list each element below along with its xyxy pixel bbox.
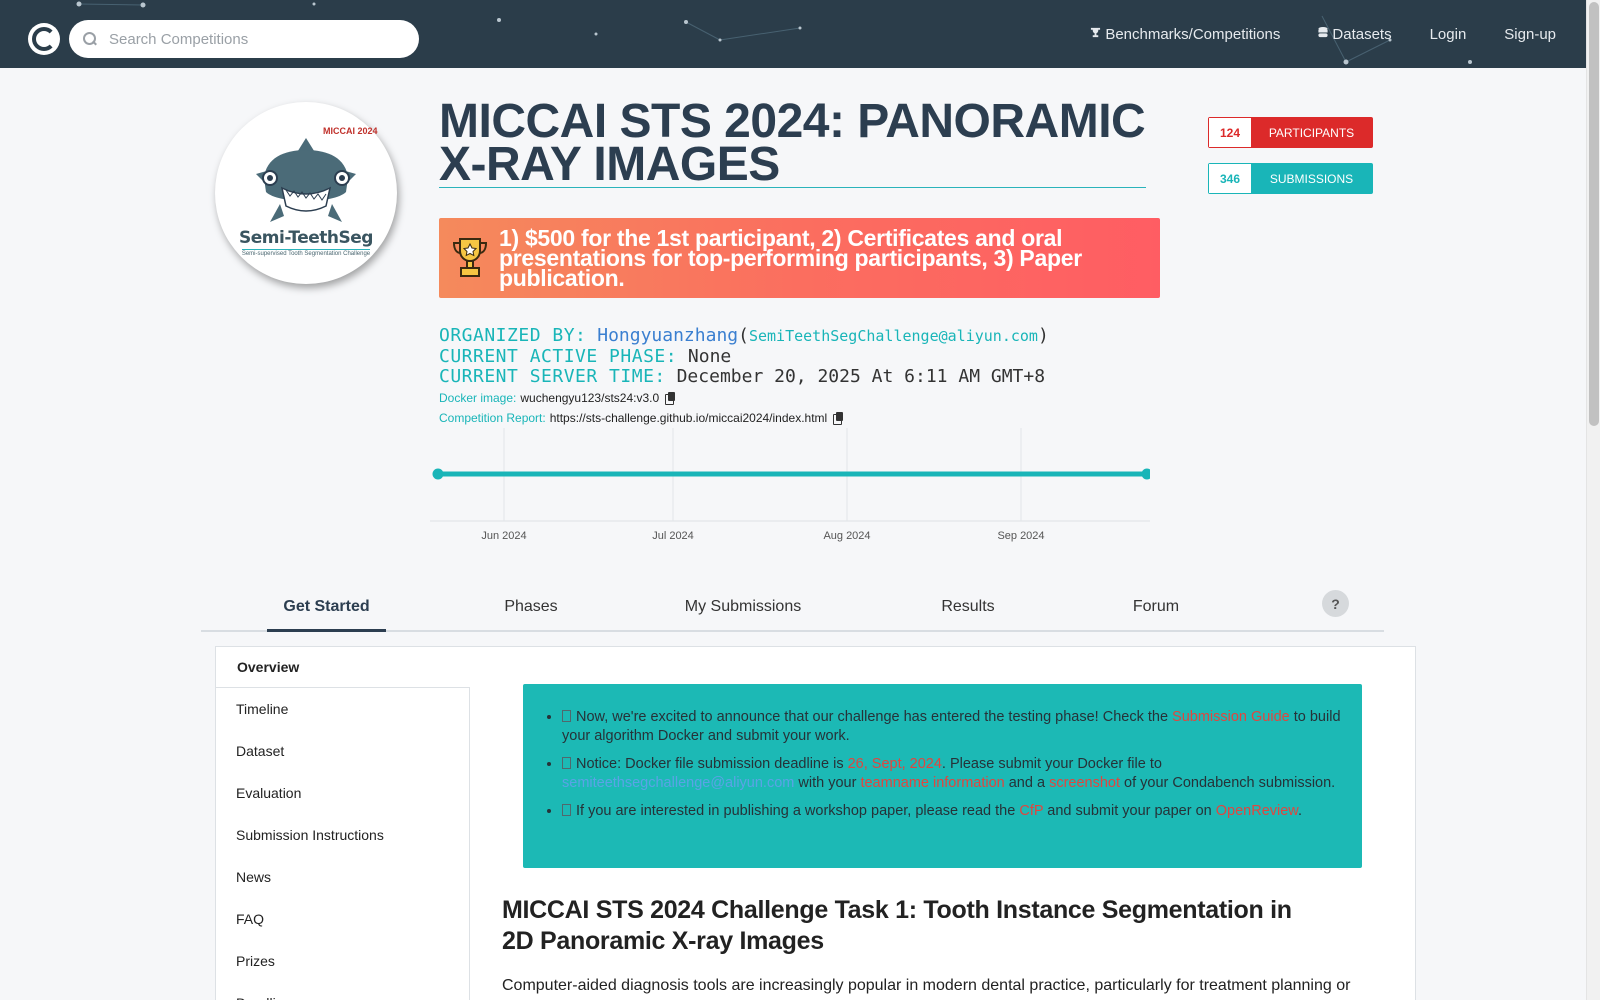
timeline-end-point[interactable]: [1141, 468, 1151, 480]
title-divider: [439, 187, 1146, 188]
nav-benchmarks-link[interactable]: Benchmarks/Competitions: [1090, 26, 1280, 43]
search-box[interactable]: [69, 20, 419, 58]
sidebar-item-submission-instructions[interactable]: Submission Instructions: [215, 814, 470, 856]
organizer-link[interactable]: Hongyuanzhang: [597, 325, 738, 346]
tab-bar: Get Started Phases My Submissions Result…: [201, 590, 1384, 632]
announcement-box: Now, we're excited to announce that our …: [523, 684, 1362, 868]
site-logo[interactable]: [28, 23, 60, 55]
timeline-tick-label: Sep 2024: [997, 530, 1044, 542]
cfp-link[interactable]: CfP: [1019, 803, 1043, 819]
announcement-item: If you are interested in publishing a wo…: [562, 802, 1342, 821]
participants-count: 124: [1209, 118, 1251, 147]
emoji-icon: [562, 710, 571, 722]
docker-row: Docker image: wuchengyu123/sts24:v3.0: [439, 391, 676, 405]
tab-get-started[interactable]: Get Started: [267, 598, 386, 616]
database-icon: [1318, 27, 1328, 41]
trophy-icon: [1090, 27, 1101, 41]
tab-forum[interactable]: Forum: [1101, 598, 1211, 616]
trophy-icon: [452, 238, 488, 277]
prize-text: 1) $500 for the 1st participant, 2) Cert…: [499, 225, 1082, 291]
timeline-chart: Jun 2024 Jul 2024 Aug 2024 Sep 2024: [430, 428, 1151, 542]
organizer-row: ORGANIZED BY: Hongyuanzhang(SemiTeethSeg…: [439, 325, 1049, 346]
nav-login-link[interactable]: Login: [1430, 26, 1467, 43]
top-navbar: Benchmarks/Competitions Datasets Login S…: [0, 0, 1586, 68]
active-tab-underline: [267, 629, 386, 632]
report-value: https://sts-challenge.github.io/miccai20…: [549, 411, 828, 425]
search-input[interactable]: [109, 30, 399, 48]
sidebar-item-evaluation[interactable]: Evaluation: [215, 772, 470, 814]
emoji-icon: [562, 757, 571, 769]
timeline-start-point[interactable]: [432, 468, 444, 480]
submissions-label: SUBMISSIONS: [1251, 164, 1372, 193]
screenshot-link[interactable]: screenshot: [1049, 775, 1120, 791]
emoji-icon: [562, 804, 571, 816]
scrollbar-thumb[interactable]: [1589, 2, 1599, 426]
sidebar-item-overview[interactable]: Overview: [215, 646, 470, 688]
tab-my-submissions[interactable]: My Submissions: [668, 598, 818, 616]
docker-value: wuchengyu123/sts24:v3.0: [520, 391, 660, 405]
deadline-date: 26, Sept, 2024: [847, 756, 942, 772]
sidebar-item-prizes[interactable]: Prizes: [215, 940, 470, 982]
submission-guide-link[interactable]: Submission Guide: [1172, 709, 1290, 725]
page-scrollbar[interactable]: [1586, 0, 1600, 1000]
announcement-item: Notice: Docker file submission deadline …: [562, 755, 1342, 793]
copy-icon[interactable]: [833, 412, 844, 425]
shark-mascot-icon: [256, 137, 356, 222]
competition-logo: MICCAI 2024 Semi-TeethSeg Semi-supervise…: [215, 102, 397, 284]
phase-row: CURRENT ACTIVE PHASE: None: [439, 346, 731, 367]
participants-label: PARTICIPANTS: [1251, 118, 1372, 147]
content-panel: Overview Timeline Dataset Evaluation Sub…: [215, 646, 1416, 1000]
sidebar-item-deadlines[interactable]: Deadlines: [215, 982, 470, 1000]
organizer-email-link[interactable]: SemiTeethSegChallenge@aliyun.com: [749, 327, 1038, 345]
submissions-badge[interactable]: 346 SUBMISSIONS: [1208, 163, 1373, 194]
phase-label: CURRENT ACTIVE PHASE:: [439, 346, 678, 367]
report-label: Competition Report:: [439, 411, 546, 425]
challenge-email-link[interactable]: semiteethsegchallenge@aliyun.com: [562, 775, 794, 791]
announcement-item: Now, we're excited to announce that our …: [562, 708, 1342, 746]
search-icon: [83, 32, 97, 46]
copy-icon[interactable]: [665, 392, 676, 405]
overview-sidebar: Overview Timeline Dataset Evaluation Sub…: [215, 646, 470, 1000]
sidebar-item-timeline[interactable]: Timeline: [215, 688, 470, 730]
nav-datasets-link[interactable]: Datasets: [1318, 26, 1392, 43]
prize-banner: 1) $500 for the 1st participant, 2) Cert…: [439, 218, 1160, 298]
nav-links: Benchmarks/Competitions Datasets Login S…: [1052, 0, 1556, 68]
participants-badge[interactable]: 124 PARTICIPANTS: [1208, 117, 1373, 148]
timeline-tick-label: Jun 2024: [481, 530, 526, 542]
help-button[interactable]: ?: [1322, 590, 1349, 617]
logo-subtitle: Semi-supervised Tooth Segmentation Chall…: [241, 248, 371, 257]
organized-by-label: ORGANIZED BY:: [439, 325, 587, 346]
tab-phases[interactable]: Phases: [471, 598, 591, 616]
teamname-information-link[interactable]: teamname information: [860, 775, 1004, 791]
server-time-value: December 20, 2025 At 6:11 AM GMT+8: [676, 366, 1046, 387]
tab-results[interactable]: Results: [913, 598, 1023, 616]
docker-label: Docker image:: [439, 391, 517, 405]
sidebar-item-dataset[interactable]: Dataset: [215, 730, 470, 772]
server-time-row: CURRENT SERVER TIME: December 20, 2025 A…: [439, 366, 1045, 387]
section-title: MICCAI STS 2024 Challenge Task 1: Tooth …: [502, 896, 1292, 955]
logo-brand-text: Semi-TeethSeg: [239, 227, 373, 248]
page-title: MICCAI STS 2024: PANORAMIC X-RAY IMAGES: [439, 95, 1146, 191]
timeline-tick-label: Aug 2024: [823, 530, 870, 542]
section-body: Computer-aided diagnosis tools are incre…: [502, 977, 1351, 994]
timeline-tick-label: Jul 2024: [652, 530, 694, 542]
submissions-count: 346: [1209, 164, 1251, 193]
phase-value: None: [687, 346, 732, 367]
report-row: Competition Report: https://sts-challeng…: [439, 411, 844, 425]
openreview-link[interactable]: OpenReview: [1216, 803, 1298, 819]
server-time-label: CURRENT SERVER TIME:: [439, 366, 666, 387]
sidebar-item-faq[interactable]: FAQ: [215, 898, 470, 940]
logo-event-text: MICCAI 2024: [323, 126, 378, 136]
nav-signup-link[interactable]: Sign-up: [1504, 26, 1556, 43]
sidebar-item-news[interactable]: News: [215, 856, 470, 898]
